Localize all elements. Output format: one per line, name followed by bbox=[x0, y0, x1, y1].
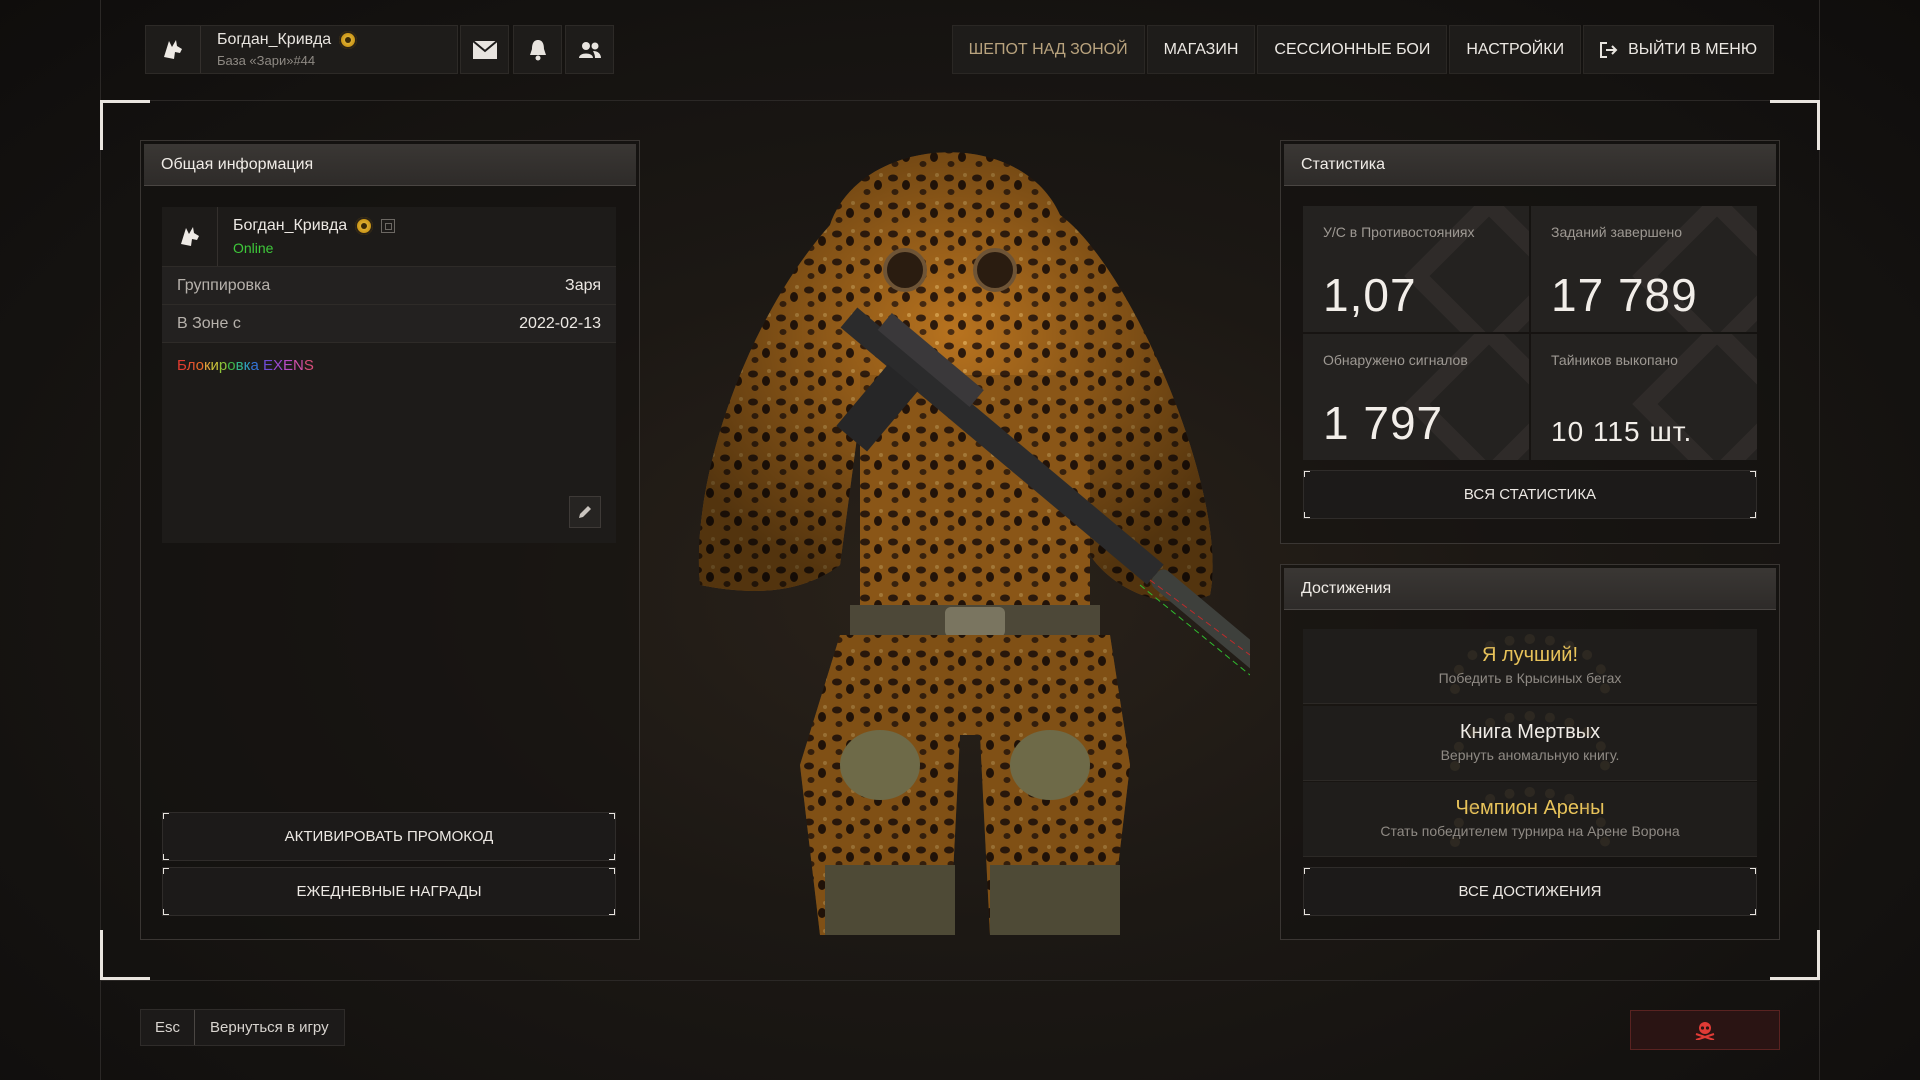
achievement-item[interactable]: Я лучший! Победить в Крысиных бегах bbox=[1303, 629, 1757, 704]
nav-shop[interactable]: МАГАЗИН bbox=[1146, 25, 1256, 74]
wolf-icon bbox=[162, 207, 218, 266]
copy-icon[interactable] bbox=[381, 219, 396, 233]
stat-label: Заданий завершено bbox=[1551, 224, 1683, 240]
stat-value: 1 797 bbox=[1323, 397, 1444, 449]
all-stats-button[interactable]: ВСЯ СТАТИСТИКА bbox=[1303, 470, 1757, 519]
rank-badge-icon bbox=[355, 217, 374, 235]
wolf-icon bbox=[146, 26, 201, 73]
online-status: Online bbox=[233, 240, 274, 256]
info-key: В Зоне с bbox=[177, 314, 241, 332]
stat-kd: У/С в Противостояниях 1,07 bbox=[1303, 206, 1529, 332]
all-achievements-button[interactable]: ВСЕ ДОСТИЖЕНИЯ bbox=[1303, 867, 1757, 916]
info-row-faction: Группировка Заря bbox=[162, 267, 616, 305]
stat-label: У/С в Противостояниях bbox=[1323, 224, 1475, 240]
stat-caches: Тайников выкопано 10 115 шт. bbox=[1531, 334, 1757, 460]
stat-value: 10 115 шт. bbox=[1551, 416, 1693, 447]
friends-icon bbox=[578, 41, 601, 58]
button-label: ВСЕ ДОСТИЖЕНИЯ bbox=[1458, 883, 1602, 900]
nav-label: ВЫЙТИ В МЕНЮ bbox=[1628, 40, 1757, 58]
button-label: ВСЯ СТАТИСТИКА bbox=[1463, 486, 1597, 503]
frame-line-top bbox=[100, 100, 1820, 101]
notifications-button[interactable] bbox=[513, 25, 562, 74]
stat-signals: Обнаружено сигналов 1 797 bbox=[1303, 334, 1529, 460]
frame-line-left bbox=[100, 0, 101, 1080]
nav-label: МАГАЗИН bbox=[1163, 40, 1239, 58]
info-row-joined: В Зоне с 2022-02-13 bbox=[162, 305, 616, 343]
skull-icon bbox=[1695, 1022, 1715, 1040]
stat-value: 17 789 bbox=[1551, 269, 1698, 321]
nav-label: НАСТРОЙКИ bbox=[1466, 40, 1565, 58]
stat-label: Обнаружено сигналов bbox=[1323, 352, 1468, 368]
mail-icon bbox=[471, 39, 498, 59]
achievement-item[interactable]: Чемпион Арены Стать победителем турнира … bbox=[1303, 782, 1757, 857]
button-label: АКТИВИРОВАТЬ ПРОМОКОД bbox=[284, 828, 494, 845]
exit-icon bbox=[1600, 41, 1618, 58]
card-username: Богдан_Кривда bbox=[233, 217, 348, 234]
frame-line-bottom bbox=[100, 980, 1820, 981]
activate-promo-button[interactable]: АКТИВИРОВАТЬ ПРОМОКОД bbox=[162, 812, 616, 861]
back-label: Вернуться в игру bbox=[210, 1019, 329, 1036]
stat-value: 1,07 bbox=[1323, 269, 1417, 321]
achievement-item[interactable]: Книга Мертвых Вернуть аномальную книгу. bbox=[1303, 706, 1757, 781]
skull-button[interactable] bbox=[1630, 1010, 1780, 1050]
header-username: Богдан_Кривда bbox=[217, 31, 332, 48]
stat-tasks: Заданий завершено 17 789 bbox=[1531, 206, 1757, 332]
info-value: Заря bbox=[565, 276, 601, 294]
info-key: Группировка bbox=[177, 276, 271, 294]
button-label: ЕЖЕДНЕВНЫЕ НАГРАДЫ bbox=[296, 883, 482, 900]
nav-label: СЕССИОННЫЕ БОИ bbox=[1274, 40, 1431, 58]
pencil-icon bbox=[579, 506, 591, 518]
nav-settings[interactable]: НАСТРОЙКИ bbox=[1449, 25, 1582, 74]
info-value: 2022-02-13 bbox=[519, 314, 601, 332]
bell-icon bbox=[529, 39, 546, 60]
nav-whisper[interactable]: ШЕПОТ НАД ЗОНОЙ bbox=[951, 25, 1145, 74]
friends-button[interactable] bbox=[565, 25, 614, 74]
nav-exit-menu[interactable]: ВЫЙТИ В МЕНЮ bbox=[1583, 25, 1774, 74]
edit-bio-button[interactable] bbox=[569, 496, 601, 528]
nav-session-battles[interactable]: СЕССИОННЫЕ БОИ bbox=[1257, 25, 1448, 74]
rank-badge-icon bbox=[339, 31, 358, 49]
mail-button[interactable] bbox=[460, 25, 509, 74]
bio-text: Блокировка EXENS bbox=[162, 343, 616, 388]
user-card: Богдан_Кривда Online Группировка Заря В … bbox=[162, 207, 616, 543]
daily-rewards-button[interactable]: ЕЖЕДНЕВНЫЕ НАГРАДЫ bbox=[162, 867, 616, 916]
character-model bbox=[690, 115, 1275, 965]
bio-rainbow: Блокировка EXENS bbox=[177, 357, 314, 374]
frame-line-right bbox=[1819, 0, 1820, 1080]
nav-label: ШЕПОТ НАД ЗОНОЙ bbox=[968, 40, 1128, 58]
achievements-title: Достижения bbox=[1284, 568, 1776, 610]
esc-key: Esc bbox=[141, 1010, 195, 1045]
main-nav: ШЕПОТ НАД ЗОНОЙ МАГАЗИН СЕССИОННЫЕ БОИ Н… bbox=[951, 25, 1774, 74]
stats-title: Статистика bbox=[1284, 144, 1776, 186]
header-profile[interactable]: Богдан_Кривда База «Зари»#44 bbox=[145, 25, 458, 74]
back-to-game-button[interactable]: Esc Вернуться в игру bbox=[140, 1009, 345, 1046]
stat-label: Тайников выкопано bbox=[1551, 352, 1678, 368]
header-base: База «Зари»#44 bbox=[217, 53, 316, 68]
general-info-title: Общая информация bbox=[144, 144, 636, 186]
